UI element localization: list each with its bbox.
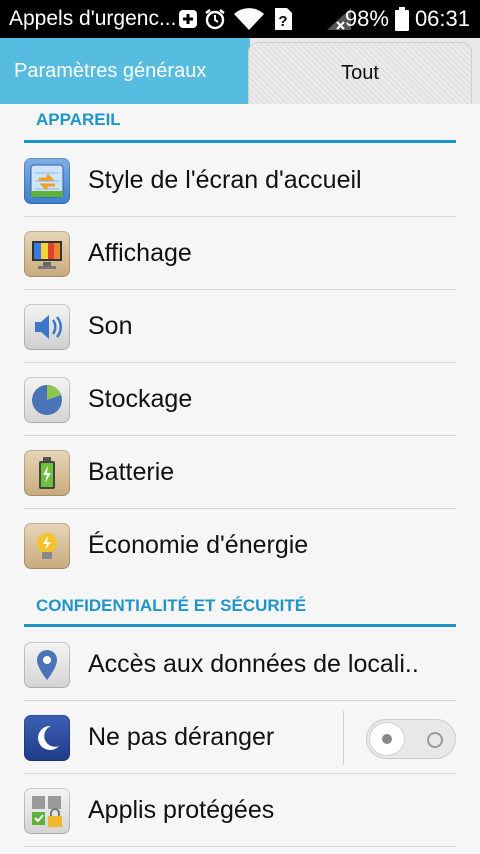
moon-icon [24,714,70,761]
row-label: Batterie [88,458,175,486]
toggle-knob [369,722,405,756]
row-battery[interactable]: Batterie [0,436,480,509]
row-do-not-disturb[interactable]: Ne pas déranger [0,701,480,774]
tab-all[interactable]: Tout [248,42,472,104]
row-label: Accès aux données de locali.. [88,650,419,678]
home-screen-style-icon [24,157,70,204]
protected-apps-icon [24,787,70,834]
sim-unknown-icon: ? [275,8,292,30]
row-label: Son [88,312,133,340]
battery-percent: 98% [344,6,389,31]
row-label: Style de l'écran d'accueil [88,166,362,194]
settings-list[interactable]: APPAREIL Style de l'écran d'accueil Affi… [0,104,480,854]
row-protected-apps[interactable]: Applis protégées [0,774,480,847]
battery-icon [24,449,70,496]
battery-icon [394,7,409,31]
svg-text:?: ? [278,13,287,30]
status-bar: Appels d'urgenc... ? 98% 06:31 [0,0,480,38]
section-header-privacy-security: CONFIDENTIALITÉ ET SÉCURITÉ [24,596,456,628]
row-power-saving[interactable]: Économie d'énergie [0,509,480,582]
row-label: Stockage [88,385,193,413]
row-label: Ne pas déranger [88,723,275,751]
row-storage[interactable]: Stockage [0,363,480,436]
row-label: Applis protégées [88,796,275,824]
storage-icon [24,376,70,423]
toggle-off-indicator [427,732,443,748]
row-home-screen-style[interactable]: Style de l'écran d'accueil [0,144,480,217]
emergency-calls-text: Appels d'urgenc... [9,7,177,30]
power-saving-icon [24,522,70,569]
add-box-icon [179,10,197,28]
toggle-separator [343,711,344,765]
tab-bar: Paramètres généraux Tout [0,38,480,142]
alarm-icon [205,9,225,30]
clock: 06:31 [414,6,470,31]
display-icon [24,230,70,277]
wifi-icon [234,8,264,30]
do-not-disturb-toggle[interactable] [366,719,456,759]
row-display[interactable]: Affichage [0,217,480,290]
section-header-device: APPAREIL [24,110,456,143]
row-location-access[interactable]: Accès aux données de locali.. [0,628,480,701]
location-icon [24,641,70,688]
row-label: Affichage [88,239,192,267]
row-sound[interactable]: Son [0,290,480,363]
tab-general-settings[interactable]: Paramètres généraux [0,38,250,104]
row-label: Économie d'énergie [88,531,309,559]
sound-icon [24,303,70,350]
